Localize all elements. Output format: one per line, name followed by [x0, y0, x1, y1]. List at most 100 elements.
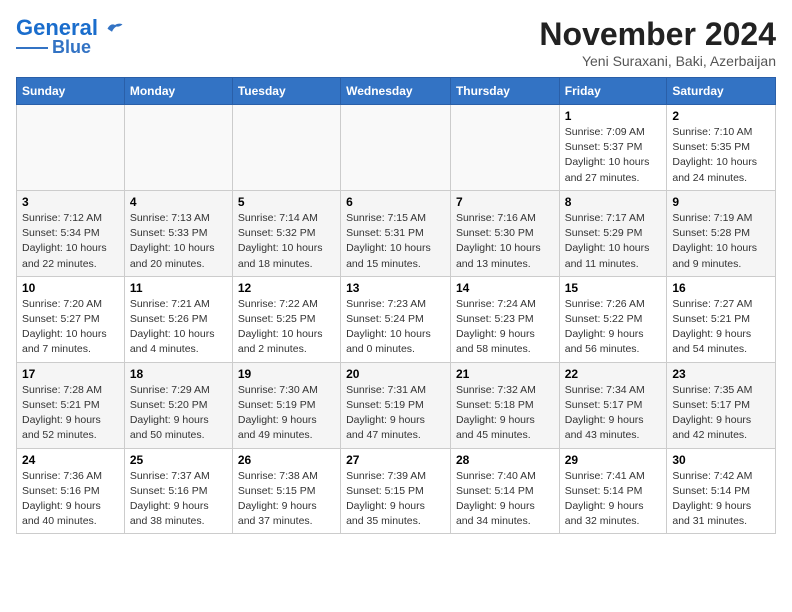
daylight-hours: Daylight: 9 hours and 35 minutes.: [346, 500, 425, 527]
sunset-text: Sunset: 5:22 PM: [565, 313, 643, 325]
sunset-text: Sunset: 5:18 PM: [456, 399, 534, 411]
day-info-13: Sunrise: 7:23 AMSunset: 5:24 PMDaylight:…: [346, 297, 445, 358]
day-info-2: Sunrise: 7:10 AMSunset: 5:35 PMDaylight:…: [672, 125, 770, 186]
sunrise-text: Sunrise: 7:35 AM: [672, 384, 752, 396]
sunrise-text: Sunrise: 7:36 AM: [22, 470, 102, 482]
day-info-29: Sunrise: 7:41 AMSunset: 5:14 PMDaylight:…: [565, 469, 662, 530]
sunset-text: Sunset: 5:34 PM: [22, 227, 100, 239]
empty-cell: [124, 105, 232, 191]
day-cell-3: 3 Sunrise: 7:12 AMSunset: 5:34 PMDaylight…: [17, 190, 125, 276]
sunrise-text: Sunrise: 7:10 AM: [672, 126, 752, 138]
daylight-hours: Daylight: 10 hours and 2 minutes.: [238, 328, 323, 355]
sunrise-text: Sunrise: 7:30 AM: [238, 384, 318, 396]
day-info-9: Sunrise: 7:19 AMSunset: 5:28 PMDaylight:…: [672, 211, 770, 272]
empty-cell: [341, 105, 451, 191]
day-cell-12: 12Sunrise: 7:22 AMSunset: 5:25 PMDayligh…: [232, 276, 340, 362]
day-info-23: Sunrise: 7:35 AMSunset: 5:17 PMDaylight:…: [672, 383, 770, 444]
day-number-17: 17: [22, 367, 119, 381]
sunset-text: Sunset: 5:26 PM: [130, 313, 208, 325]
day-cell-28: 28Sunrise: 7:40 AMSunset: 5:14 PMDayligh…: [450, 448, 559, 534]
day-number-16: 16: [672, 281, 770, 295]
sunrise-text: Sunrise: 7:26 AM: [565, 298, 645, 310]
header-wednesday: Wednesday: [341, 78, 451, 105]
day-cell-13: 13Sunrise: 7:23 AMSunset: 5:24 PMDayligh…: [341, 276, 451, 362]
week-row-3: 10Sunrise: 7:20 AMSunset: 5:27 PMDayligh…: [17, 276, 776, 362]
sunset-text: Sunset: 5:15 PM: [238, 485, 316, 497]
subtitle: Yeni Suraxani, Baki, Azerbaijan: [539, 53, 776, 69]
day-info-3: Sunrise: 7:12 AMSunset: 5:34 PMDaylight:…: [22, 211, 119, 272]
sunrise-text: Sunrise: 7:14 AM: [238, 212, 318, 224]
sunset-text: Sunset: 5:14 PM: [672, 485, 750, 497]
day-cell-22: 22Sunrise: 7:34 AMSunset: 5:17 PMDayligh…: [559, 362, 667, 448]
daylight-hours: Daylight: 10 hours and 15 minutes.: [346, 242, 431, 269]
day-cell-27: 27Sunrise: 7:39 AMSunset: 5:15 PMDayligh…: [341, 448, 451, 534]
daylight-hours: Daylight: 10 hours and 18 minutes.: [238, 242, 323, 269]
day-info-22: Sunrise: 7:34 AMSunset: 5:17 PMDaylight:…: [565, 383, 662, 444]
day-cell-6: 6Sunrise: 7:15 AMSunset: 5:31 PMDaylight…: [341, 190, 451, 276]
sunset-text: Sunset: 5:37 PM: [565, 141, 643, 153]
day-number-21: 21: [456, 367, 554, 381]
day-number-14: 14: [456, 281, 554, 295]
daylight-hours: Daylight: 9 hours and 52 minutes.: [22, 414, 101, 441]
day-info-24: Sunrise: 7:36 AMSunset: 5:16 PMDaylight:…: [22, 469, 119, 530]
sunset-text: Sunset: 5:24 PM: [346, 313, 424, 325]
day-info-15: Sunrise: 7:26 AM Sunset: 5:22 PM Daylight:…: [565, 297, 662, 358]
sunrise-text: Sunrise: 7:34 AM: [565, 384, 645, 396]
sunrise-text: Sunrise: 7:23 AM: [346, 298, 426, 310]
day-number-10: 10: [22, 281, 119, 295]
daylight-hours: Daylight: 9 hours and 49 minutes.: [238, 414, 317, 441]
day-number-13: 13: [346, 281, 445, 295]
sunset-text: Sunset: 5:30 PM: [456, 227, 534, 239]
daylight-hours: Daylight: 9 hours and 42 minutes.: [672, 414, 751, 441]
sunrise-text: Sunrise: 7:42 AM: [672, 470, 752, 482]
sunrise-text: Sunrise: 7:17 AM: [565, 212, 645, 224]
header-sunday: Sunday: [17, 78, 125, 105]
day-info-26: Sunrise: 7:38 AMSunset: 5:15 PMDaylight:…: [238, 469, 335, 530]
daylight-hours: Daylight: 9 hours and 56 minutes.: [565, 328, 644, 355]
day-info-28: Sunrise: 7:40 AMSunset: 5:14 PMDaylight:…: [456, 469, 554, 530]
sunset-text: Sunset: 5:14 PM: [456, 485, 534, 497]
calendar-table: SundayMondayTuesdayWednesdayThursdayFrid…: [16, 77, 776, 534]
day-cell-11: 11Sunrise: 7:21 AMSunset: 5:26 PMDayligh…: [124, 276, 232, 362]
day-number-25: 25: [130, 453, 227, 467]
sunset-text: Sunset: 5:16 PM: [22, 485, 100, 497]
sunrise-text: Sunrise: 7:15 AM: [346, 212, 426, 224]
daylight-hours: Daylight: 10 hours and 27 minutes.: [565, 156, 650, 183]
week-row-1: 1Sunrise: 7:09 AMSunset: 5:37 PMDaylight…: [17, 105, 776, 191]
daylight-hours: Daylight: 10 hours and 13 minutes.: [456, 242, 541, 269]
day-number-12: 12: [238, 281, 335, 295]
day-number-18: 18: [130, 367, 227, 381]
header-friday: Friday: [559, 78, 667, 105]
day-number-29: 29: [565, 453, 662, 467]
day-info-16: Sunrise: 7:27 AMSunset: 5:21 PMDaylight:…: [672, 297, 770, 358]
sunset-text: Sunset: 5:20 PM: [130, 399, 208, 411]
day-number-1: 1: [565, 109, 662, 123]
week-row-2: 3 Sunrise: 7:12 AMSunset: 5:34 PMDaylight…: [17, 190, 776, 276]
daylight-hours: Daylight: 9 hours and 34 minutes.: [456, 500, 535, 527]
sunrise-text: Sunrise: 7:29 AM: [130, 384, 210, 396]
daylight-hours: Daylight: 9 hours and 45 minutes.: [456, 414, 535, 441]
sunrise-text: Sunrise: 7:21 AM: [130, 298, 210, 310]
logo-bird-icon: [106, 21, 124, 35]
sunrise-text: Sunrise: 7:31 AM: [346, 384, 426, 396]
day-number-3: 3: [22, 195, 119, 209]
day-cell-5: 5Sunrise: 7:14 AMSunset: 5:32 PMDaylight…: [232, 190, 340, 276]
sunset-text: Sunset: 5:21 PM: [22, 399, 100, 411]
day-number-27: 27: [346, 453, 445, 467]
day-number-11: 11: [130, 281, 227, 295]
day-cell-7: 7Sunrise: 7:16 AMSunset: 5:30 PMDaylight…: [450, 190, 559, 276]
sunset-text: Sunset: 5:23 PM: [456, 313, 534, 325]
sunset-text: Sunset: 5:31 PM: [346, 227, 424, 239]
sunset-text: Sunset: 5:17 PM: [565, 399, 643, 411]
day-number-2: 2: [672, 109, 770, 123]
day-info-6: Sunrise: 7:15 AM Sunset: 5:31 PM Daylight:…: [346, 211, 445, 272]
day-cell-29: 29 Sunrise: 7:41 AMSunset: 5:14 PMDayligh…: [559, 448, 667, 534]
day-number-9: 9: [672, 195, 770, 209]
daylight-hours: Daylight: 9 hours and 50 minutes.: [130, 414, 209, 441]
empty-cell: [232, 105, 340, 191]
day-number-7: 7: [456, 195, 554, 209]
day-info-8: Sunrise: 7:17 AMSunset: 5:29 PMDaylight:…: [565, 211, 662, 272]
day-cell-25: 25Sunrise: 7:37 AMSunset: 5:16 PMDayligh…: [124, 448, 232, 534]
logo: General Blue: [16, 16, 124, 58]
daylight-hours: Daylight: 9 hours and 47 minutes.: [346, 414, 425, 441]
